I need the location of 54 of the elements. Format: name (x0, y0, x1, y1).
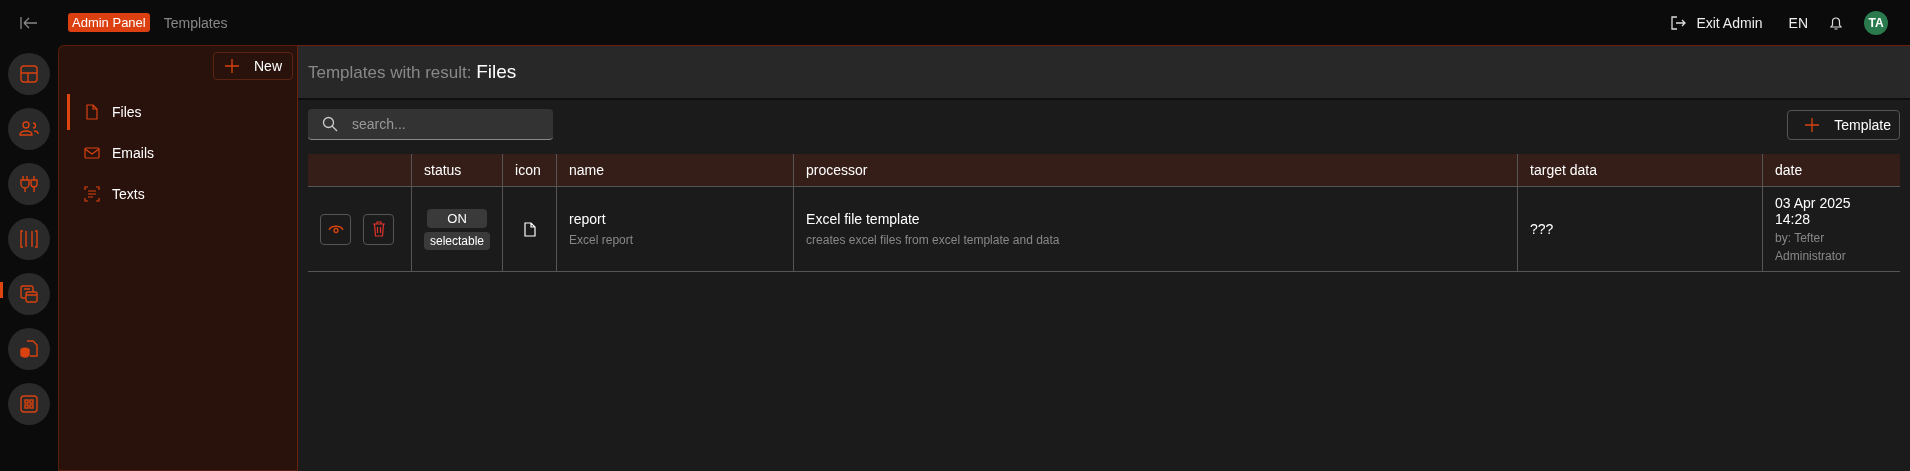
file-icon (523, 221, 536, 237)
search-input[interactable]: search... (350, 115, 534, 133)
eye-icon (327, 223, 344, 235)
template-name: report (569, 211, 607, 227)
column-header: status (411, 154, 503, 187)
layout-icon (18, 62, 40, 85)
plus-icon (1804, 116, 1821, 133)
add-template-button[interactable]: Template (1787, 109, 1900, 140)
nav-button[interactable] (8, 272, 50, 315)
page-title: Templates with result: Files (308, 61, 517, 83)
search-icon (322, 116, 338, 132)
exit-admin-link[interactable]: Exit Admin (1696, 14, 1763, 31)
target-data: ??? (1530, 221, 1554, 237)
new-button[interactable]: New (213, 52, 293, 80)
nav-button[interactable] (8, 107, 50, 150)
column-header: target data (1517, 154, 1763, 187)
sidebar-item[interactable]: Texts (67, 176, 297, 212)
view-button[interactable] (320, 213, 351, 245)
language-selector[interactable]: EN (1788, 14, 1808, 31)
column-header: icon (502, 154, 557, 187)
delete-button[interactable] (363, 213, 394, 245)
column-header: date (1762, 154, 1900, 187)
brackets-icon (18, 227, 40, 250)
column-header: name (556, 154, 794, 187)
nav-button[interactable] (8, 162, 50, 205)
date: 03 Apr 2025 14:28 (1775, 195, 1852, 227)
nav-button[interactable] (8, 327, 50, 370)
database-file-icon (18, 337, 40, 360)
author: by: Tefter (1775, 231, 1826, 245)
nav-button[interactable] (8, 382, 50, 425)
status-badge: ON (427, 208, 487, 228)
breadcrumb[interactable]: Templates (163, 14, 228, 31)
collapse-icon[interactable] (20, 15, 38, 30)
sidebar-item[interactable]: Emails (67, 135, 297, 171)
author-role: Administrator (1775, 249, 1847, 263)
processor-name: Excel file template (806, 211, 921, 227)
text-scan-icon (84, 186, 100, 202)
file-icon (84, 104, 100, 120)
template-description: Excel report (569, 233, 635, 247)
admin-badge: Admin Panel (68, 13, 150, 32)
plus-icon (224, 58, 240, 74)
column-header: processor (793, 154, 1518, 187)
notification-bell-icon[interactable] (1828, 14, 1844, 31)
search-field[interactable]: search... (308, 109, 553, 140)
mail-icon (84, 145, 100, 161)
nav-button[interactable] (8, 52, 50, 95)
trash-icon (371, 221, 386, 237)
exit-icon[interactable] (1670, 14, 1687, 31)
user-avatar[interactable]: TA (1864, 10, 1888, 35)
processor-description: creates excel files from excel template and data (806, 233, 1061, 247)
status-tag: selectable (424, 231, 491, 250)
windows-icon (18, 282, 40, 305)
nav-button[interactable] (8, 217, 50, 260)
grid-icon (18, 392, 40, 415)
